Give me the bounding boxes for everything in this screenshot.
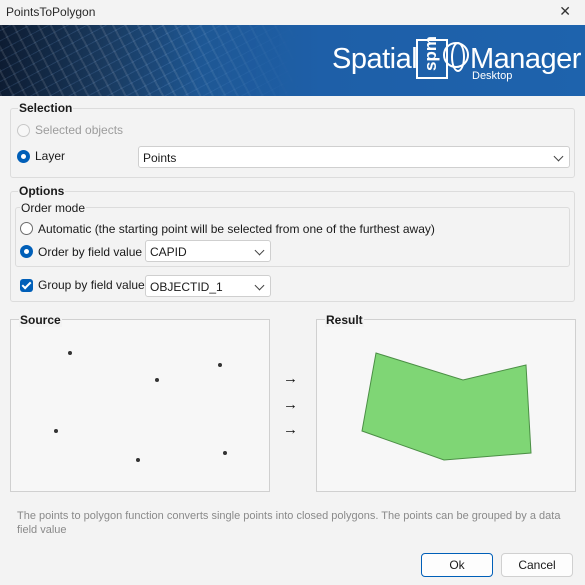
chevron-down-icon <box>254 280 265 291</box>
result-label: Result <box>325 313 364 327</box>
globe-icon <box>443 42 469 72</box>
result-polygon <box>361 352 532 461</box>
order-mode-label: Order mode <box>20 201 87 215</box>
header-banner: Spatial spm Manager Desktop <box>0 25 585 96</box>
logo-spm-text: spm <box>421 36 440 71</box>
selected-objects-label: Selected objects <box>35 123 124 137</box>
layer-select[interactable]: Points <box>138 146 570 168</box>
source-point <box>136 458 140 462</box>
logo-word-spatial: Spatial <box>332 43 418 75</box>
source-points-svg <box>54 351 227 462</box>
chevron-down-icon <box>254 245 265 256</box>
automatic-label: Automatic (the starting point will be se… <box>38 222 435 236</box>
source-point <box>155 378 159 382</box>
cancel-button[interactable]: Cancel <box>501 553 573 577</box>
selected-objects-radio <box>17 124 30 137</box>
group-field-value: OBJECTID_1 <box>150 280 223 294</box>
order-by-field-radio[interactable] <box>20 245 33 258</box>
arrow-right-icon: → <box>283 396 298 413</box>
spatial-manager-logo: Spatial spm Manager Desktop <box>332 36 584 83</box>
source-point <box>54 429 58 433</box>
arrow-right-icon: → <box>283 421 298 438</box>
close-icon[interactable]: ✕ <box>559 3 571 20</box>
order-field-value: CAPID <box>150 245 187 259</box>
layer-label: Layer <box>35 149 66 163</box>
layer-select-value: Points <box>143 151 177 165</box>
function-description: The points to polygon function converts … <box>17 510 561 536</box>
window-title: PointsToPolygon <box>6 5 96 19</box>
group-by-field-checkbox[interactable] <box>20 279 33 292</box>
chevron-down-icon <box>553 151 564 162</box>
city-image <box>0 25 300 96</box>
title-bar: PointsToPolygon ✕ <box>0 0 585 25</box>
order-field-select[interactable]: CAPID <box>145 240 271 262</box>
automatic-radio[interactable] <box>20 222 33 235</box>
source-point <box>223 451 227 455</box>
order-by-field-label: Order by field value <box>38 245 143 259</box>
options-header: Options <box>18 184 66 198</box>
selection-header: Selection <box>18 101 74 115</box>
layer-radio[interactable] <box>17 150 30 163</box>
arrow-right-icon: → <box>283 370 298 387</box>
source-point <box>68 351 72 355</box>
group-field-select[interactable]: OBJECTID_1 <box>145 275 271 297</box>
result-preview <box>316 319 576 492</box>
group-by-field-label: Group by field value <box>38 278 145 292</box>
ok-button[interactable]: Ok <box>421 553 493 577</box>
source-preview <box>10 319 270 492</box>
source-label: Source <box>19 313 62 327</box>
source-point <box>218 363 222 367</box>
logo-word-desktop: Desktop <box>472 70 513 82</box>
result-polygon-svg <box>361 352 532 461</box>
